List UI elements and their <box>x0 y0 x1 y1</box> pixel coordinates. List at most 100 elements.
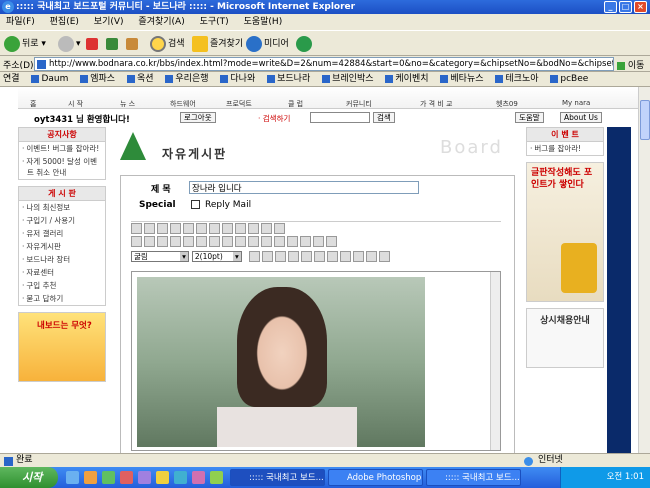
quicklaunch-icon[interactable] <box>138 471 151 484</box>
editor-tool-icon[interactable] <box>157 223 168 234</box>
editor-tool-icon[interactable] <box>274 236 285 247</box>
editor-tool-icon[interactable] <box>170 236 181 247</box>
ad-banner-points[interactable]: 글판작성해도 포인트가 쌓인다 <box>526 162 604 302</box>
editor-tool-icon[interactable] <box>261 223 272 234</box>
align-left-icon[interactable] <box>313 251 325 262</box>
minimize-icon[interactable]: _ <box>604 1 617 13</box>
task-ie-1[interactable]: ::::: 국내최고 보드... <box>230 469 325 486</box>
maximize-icon[interactable]: □ <box>619 1 632 13</box>
nav-club[interactable]: 클 럽 <box>288 99 303 109</box>
editor-tool-icon[interactable] <box>235 223 246 234</box>
link-daum[interactable]: Daum <box>31 74 68 84</box>
board-menu-item[interactable]: 자료센터 <box>19 266 105 279</box>
notice-item[interactable]: 이벤트! 버그를 잡아라! <box>19 142 105 155</box>
outdent-icon[interactable] <box>378 251 390 262</box>
underline-icon[interactable] <box>274 251 286 262</box>
site-search-button[interactable]: 검색 <box>373 112 395 123</box>
link-pcbee[interactable]: pcBee <box>550 74 588 84</box>
indent-icon[interactable] <box>365 251 377 262</box>
notice-item[interactable]: 자게 5000! 달성 이벤트 취소 안내 <box>19 155 105 179</box>
nav-news[interactable]: 뉴 스 <box>120 99 135 109</box>
menu-view[interactable]: 보기(V) <box>94 17 124 27</box>
font-select[interactable]: 굴림 ▾ <box>131 251 189 262</box>
event-item[interactable]: 버그를 잡아라! <box>527 142 603 155</box>
back-button[interactable]: 뒤로 ▾ <box>4 35 46 53</box>
forward-button[interactable]: ▾ <box>58 35 81 53</box>
board-menu-item[interactable]: 나의 최신정보 <box>19 201 105 214</box>
nav-home[interactable]: 홈 <box>30 99 36 109</box>
ad-banner-recruit[interactable]: 상시채용안내 <box>526 308 604 368</box>
editor-tool-icon[interactable] <box>131 236 142 247</box>
quicklaunch-icon[interactable] <box>120 471 133 484</box>
scrollbar-thumb[interactable] <box>640 100 650 140</box>
link-kbench[interactable]: 케이벤치 <box>385 74 428 84</box>
editor-tool-icon[interactable] <box>222 223 233 234</box>
editor-tool-icon[interactable] <box>261 236 272 247</box>
address-input[interactable]: http://www.bodnara.co.kr/bbs/index.html?… <box>34 57 614 71</box>
quicklaunch-icon[interactable] <box>102 471 115 484</box>
nav-start[interactable]: 시 작 <box>68 99 83 109</box>
link-empas[interactable]: 엠파스 <box>80 74 115 84</box>
bg-color-icon[interactable] <box>300 251 312 262</box>
site-search-input[interactable] <box>310 112 370 123</box>
history-button[interactable] <box>296 35 314 53</box>
editor-tool-icon[interactable] <box>170 223 181 234</box>
quicklaunch-icon[interactable] <box>210 471 223 484</box>
board-banner[interactable]: 내보드는 무엇? <box>18 312 106 382</box>
logout-button[interactable]: 로그아웃 <box>180 112 216 123</box>
go-button[interactable]: 이동 <box>617 58 644 71</box>
quicklaunch-icon[interactable] <box>66 471 79 484</box>
menu-tools[interactable]: 도구(T) <box>200 17 229 27</box>
align-center-icon[interactable] <box>326 251 338 262</box>
quicklaunch-icon[interactable] <box>156 471 169 484</box>
nav-price[interactable]: 가 격 비 교 <box>420 99 452 109</box>
task-ie-2[interactable]: ::::: 국내최고 보드... <box>426 469 521 486</box>
editor-tool-icon[interactable] <box>248 223 259 234</box>
menu-file[interactable]: 파일(F) <box>6 17 35 27</box>
editor-scrollbar[interactable] <box>490 272 500 450</box>
link-bodnara[interactable]: 보드나라 <box>267 74 310 84</box>
quicklaunch-icon[interactable] <box>192 471 205 484</box>
nav-hardware[interactable]: 하드웨어 <box>170 99 196 109</box>
menu-favorites[interactable]: 즐겨찾기(A) <box>138 17 184 27</box>
nav-community[interactable]: 커뮤니티 <box>346 99 372 109</box>
text-color-icon[interactable] <box>287 251 299 262</box>
nav-product[interactable]: 프로덕트 <box>226 99 252 109</box>
link-technoa[interactable]: 테크노아 <box>495 74 538 84</box>
board-menu-item[interactable]: 구입 추천 <box>19 279 105 292</box>
task-photoshop[interactable]: Adobe Photoshop <box>328 469 423 486</box>
board-menu-item[interactable]: 유저 갤러리 <box>19 227 105 240</box>
italic-icon[interactable] <box>261 251 273 262</box>
nav-mynara[interactable]: My nara <box>562 99 590 107</box>
board-menu-item[interactable]: 묻고 답하기 <box>19 292 105 305</box>
editor-tool-icon[interactable] <box>144 223 155 234</box>
search-button[interactable]: 검색 <box>150 35 185 53</box>
editor-tool-icon[interactable] <box>131 223 142 234</box>
media-button[interactable]: 미디어 <box>246 35 289 53</box>
about-button[interactable]: About Us <box>560 112 602 123</box>
list-icon[interactable] <box>352 251 364 262</box>
refresh-button[interactable] <box>106 35 120 53</box>
help-button[interactable]: 도움말 <box>515 112 544 123</box>
link-brainbox[interactable]: 브레인박스 <box>322 74 373 84</box>
quicklaunch-icon[interactable] <box>84 471 97 484</box>
editor-tool-icon[interactable] <box>287 236 298 247</box>
editor-tool-icon[interactable] <box>326 236 337 247</box>
bold-icon[interactable] <box>248 251 260 262</box>
editor-tool-icon[interactable] <box>209 236 220 247</box>
editor-tool-icon[interactable] <box>196 236 207 247</box>
favorites-button[interactable]: 즐겨찾기 <box>192 35 243 53</box>
subject-input[interactable] <box>189 181 419 194</box>
menu-edit[interactable]: 편집(E) <box>50 17 79 27</box>
menu-help[interactable]: 도움말(H) <box>244 17 283 27</box>
link-woori[interactable]: 우리은행 <box>165 74 208 84</box>
editor-tool-icon[interactable] <box>300 236 311 247</box>
board-menu-item[interactable]: 자유게시판 <box>19 240 105 253</box>
board-menu-item[interactable]: 보드나라 장터 <box>19 253 105 266</box>
editor-tool-icon[interactable] <box>248 236 259 247</box>
editor-tool-icon[interactable] <box>196 223 207 234</box>
close-icon[interactable]: × <box>634 1 647 13</box>
board-menu-item[interactable]: 구입기 / 사용기 <box>19 214 105 227</box>
link-betanews[interactable]: 베타뉴스 <box>440 74 483 84</box>
align-right-icon[interactable] <box>339 251 351 262</box>
